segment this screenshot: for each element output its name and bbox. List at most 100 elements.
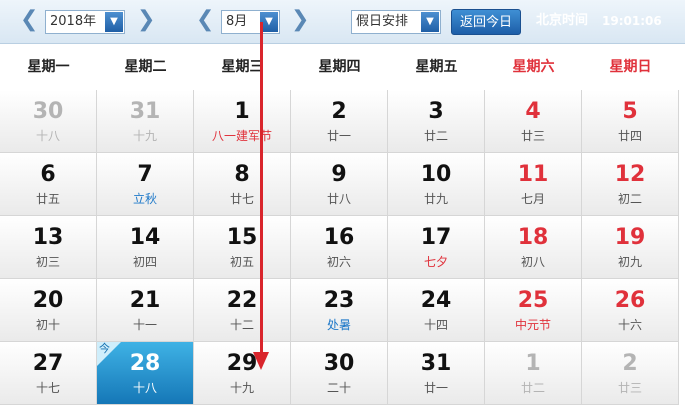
year-select-value: 2018年 bbox=[50, 14, 97, 29]
day-cell[interactable]: 10 廿九 bbox=[388, 153, 485, 216]
lunar-date: 处暑 bbox=[326, 318, 351, 332]
day-cell[interactable]: 4 廿三 bbox=[485, 90, 582, 153]
weekday-label: 星期一 bbox=[27, 59, 70, 75]
day-number: 8 bbox=[234, 162, 250, 187]
lunar-date: 十六 bbox=[617, 318, 642, 332]
lunar-date: 廿三 bbox=[520, 129, 545, 143]
day-cell[interactable]: 5 廿四 bbox=[582, 90, 679, 153]
day-number: 1 bbox=[234, 99, 250, 124]
lunar-date: 二十 bbox=[326, 381, 351, 395]
day-cell[interactable]: 19 初九 bbox=[582, 216, 679, 279]
day-cell[interactable]: 29 十九 bbox=[194, 342, 291, 405]
weekday-label: 星期三 bbox=[221, 59, 264, 75]
day-cell[interactable]: 6 廿五 bbox=[0, 153, 97, 216]
lunar-date: 十四 bbox=[423, 318, 448, 332]
day-cell[interactable]: 27 十七 bbox=[0, 342, 97, 405]
day-cell[interactable]: 30 十八 bbox=[0, 90, 97, 153]
day-number: 16 bbox=[323, 225, 355, 250]
day-number: 14 bbox=[129, 225, 161, 250]
day-cell[interactable]: 23 处暑 bbox=[291, 279, 388, 342]
lunar-date: 初九 bbox=[617, 255, 642, 269]
weekday-label: 星期四 bbox=[318, 59, 361, 75]
day-cell[interactable]: 13 初三 bbox=[0, 216, 97, 279]
day-number: 30 bbox=[32, 99, 64, 124]
weekday-label: 星期日 bbox=[609, 59, 652, 75]
annotation-arrow-head-icon bbox=[253, 352, 269, 370]
day-cell[interactable]: 26 十六 bbox=[582, 279, 679, 342]
day-cell[interactable]: 25 中元节 bbox=[485, 279, 582, 342]
calendar-toolbar: ❮ 2018年 ▼ ❯ ❮ 8月 ▼ ❯ 假日安排 ▼ 返回今日 北京时间 19… bbox=[0, 0, 685, 44]
lunar-date: 十八 bbox=[35, 129, 60, 143]
day-cell[interactable]: 20 初十 bbox=[0, 279, 97, 342]
lunar-date: 十九 bbox=[229, 381, 254, 395]
day-cell[interactable]: 16 初六 bbox=[291, 216, 388, 279]
next-year-arrow-icon[interactable]: ❯ bbox=[137, 7, 155, 33]
lunar-date: 十九 bbox=[132, 129, 157, 143]
back-to-today-button[interactable]: 返回今日 bbox=[451, 9, 521, 35]
day-cell[interactable]: 1 廿二 bbox=[485, 342, 582, 405]
day-number: 19 bbox=[614, 225, 646, 250]
day-cell[interactable]: 1 八一建军节 bbox=[194, 90, 291, 153]
month-select[interactable]: 8月 ▼ bbox=[221, 10, 280, 34]
day-cell[interactable]: 14 初四 bbox=[97, 216, 194, 279]
day-number: 7 bbox=[137, 162, 153, 187]
lunar-date: 初五 bbox=[229, 255, 254, 269]
day-number: 28 bbox=[129, 351, 161, 376]
lunar-date: 廿二 bbox=[423, 129, 448, 143]
lunar-date: 十八 bbox=[132, 381, 157, 395]
day-number: 2 bbox=[331, 99, 347, 124]
day-cell[interactable]: 21 十一 bbox=[97, 279, 194, 342]
day-cell[interactable]: 24 十四 bbox=[388, 279, 485, 342]
prev-month-arrow-icon[interactable]: ❮ bbox=[196, 7, 214, 33]
beijing-time-value: 19:01:06 bbox=[602, 14, 662, 28]
prev-year-arrow-icon[interactable]: ❮ bbox=[20, 7, 38, 33]
day-number: 27 bbox=[32, 351, 64, 376]
day-cell[interactable]: 31 十九 bbox=[97, 90, 194, 153]
year-select[interactable]: 2018年 ▼ bbox=[45, 10, 125, 34]
day-cell[interactable]: 11 七月 bbox=[485, 153, 582, 216]
day-cell[interactable]: 18 初八 bbox=[485, 216, 582, 279]
day-cell[interactable]: 2 廿三 bbox=[582, 342, 679, 405]
holiday-select-value: 假日安排 bbox=[356, 14, 409, 29]
day-cell[interactable]: 22 十二 bbox=[194, 279, 291, 342]
day-cell[interactable]: 9 廿八 bbox=[291, 153, 388, 216]
day-number: 25 bbox=[517, 288, 549, 313]
day-cell-today[interactable]: 今 28 十八 bbox=[97, 342, 194, 405]
day-cell[interactable]: 15 初五 bbox=[194, 216, 291, 279]
annotation-arrow-line bbox=[260, 22, 263, 354]
lunar-date: 十一 bbox=[132, 318, 157, 332]
lunar-date: 七月 bbox=[520, 192, 545, 206]
lunar-date: 初二 bbox=[617, 192, 642, 206]
lunar-date: 廿七 bbox=[229, 192, 254, 206]
day-cell[interactable]: 17 七夕 bbox=[388, 216, 485, 279]
day-number: 20 bbox=[32, 288, 64, 313]
day-cell[interactable]: 2 廿一 bbox=[291, 90, 388, 153]
holiday-select[interactable]: 假日安排 ▼ bbox=[351, 10, 441, 34]
lunar-date: 廿一 bbox=[423, 381, 448, 395]
month-select-value: 8月 bbox=[226, 14, 248, 29]
day-number: 5 bbox=[622, 99, 638, 124]
lunar-date: 廿九 bbox=[423, 192, 448, 206]
day-number: 31 bbox=[129, 99, 161, 124]
day-cell[interactable]: 31 廿一 bbox=[388, 342, 485, 405]
day-cell[interactable]: 7 立秋 bbox=[97, 153, 194, 216]
day-number: 6 bbox=[40, 162, 56, 187]
day-cell[interactable]: 12 初二 bbox=[582, 153, 679, 216]
day-number: 30 bbox=[323, 351, 355, 376]
day-number: 10 bbox=[420, 162, 452, 187]
weekday-label: 星期二 bbox=[124, 59, 167, 75]
day-cell[interactable]: 30 二十 bbox=[291, 342, 388, 405]
weekday-header: 星期一 星期二 星期三 星期四 星期五 星期六 星期日 bbox=[0, 44, 685, 90]
lunar-date: 八一建军节 bbox=[211, 129, 272, 143]
lunar-date: 廿三 bbox=[617, 381, 642, 395]
day-number: 9 bbox=[331, 162, 347, 187]
day-cell[interactable]: 8 廿七 bbox=[194, 153, 291, 216]
lunar-date: 初四 bbox=[132, 255, 157, 269]
lunar-date: 廿五 bbox=[35, 192, 60, 206]
day-number: 24 bbox=[420, 288, 452, 313]
day-number: 26 bbox=[614, 288, 646, 313]
next-month-arrow-icon[interactable]: ❯ bbox=[291, 7, 309, 33]
lunar-date: 立秋 bbox=[132, 192, 157, 206]
day-number: 21 bbox=[129, 288, 161, 313]
day-cell[interactable]: 3 廿二 bbox=[388, 90, 485, 153]
